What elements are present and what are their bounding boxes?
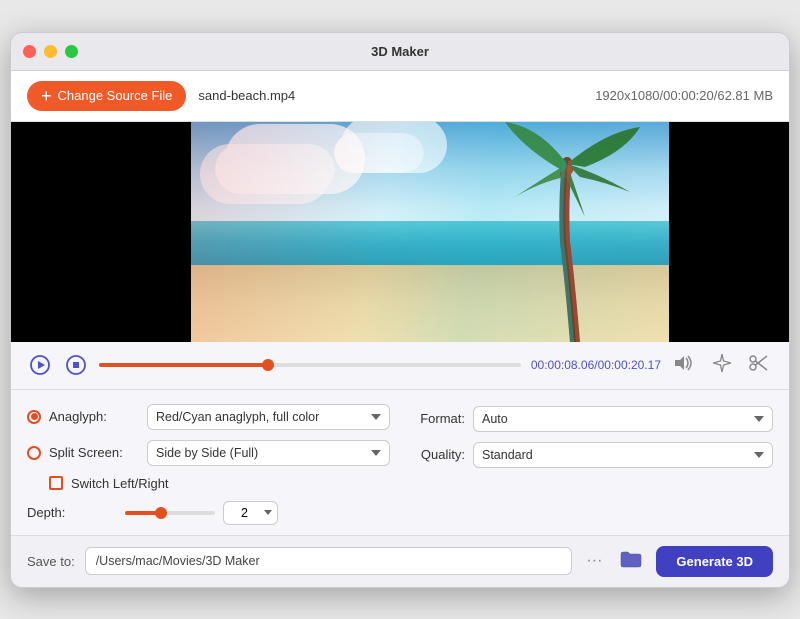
folder-icon [620, 550, 642, 568]
minimize-button[interactable] [44, 45, 57, 58]
format-select[interactable]: Auto MP4 MOV [473, 406, 773, 432]
source-bar: + Change Source File sand-beach.mp4 1920… [11, 71, 789, 122]
play-icon [29, 354, 51, 376]
volume-button[interactable] [671, 353, 699, 378]
time-total: 00:00:20.17 [598, 358, 661, 372]
depth-row: Depth: 2 1 3 4 5 [27, 501, 390, 525]
time-display: 00:00:08.06/00:00:20.17 [531, 358, 661, 372]
depth-slider[interactable] [125, 511, 215, 515]
depth-thumb [155, 507, 167, 519]
video-letterbox-left [11, 122, 191, 342]
progress-fill [99, 363, 268, 367]
right-settings: Format: Auto MP4 MOV Quality: Standard H… [410, 404, 773, 525]
file-meta: 1920x1080/00:00:20/62.81 MB [595, 88, 773, 103]
anaglyph-overlay [191, 122, 669, 342]
progress-thumb [262, 359, 274, 371]
settings-area: Anaglyph: Red/Cyan anaglyph, full color … [11, 390, 789, 536]
quality-label: Quality: [410, 447, 465, 462]
save-path-input[interactable] [85, 547, 573, 575]
time-current: 00:00:08.06 [531, 358, 594, 372]
window-title: 3D Maker [371, 44, 429, 59]
app-window: 3D Maker + Change Source File sand-beach… [10, 32, 790, 588]
save-label: Save to: [27, 554, 75, 569]
anaglyph-row: Anaglyph: Red/Cyan anaglyph, full color … [27, 404, 390, 430]
volume-icon [675, 355, 695, 371]
dots-button[interactable]: ··· [582, 548, 606, 574]
switch-row: Switch Left/Right [27, 476, 390, 491]
format-label: Format: [410, 411, 465, 426]
switch-label: Switch Left/Right [71, 476, 169, 491]
split-screen-radio[interactable] [27, 446, 41, 460]
split-screen-row: Split Screen: Side by Side (Full) Side b… [27, 440, 390, 466]
depth-label: Depth: [27, 505, 117, 520]
format-row: Format: Auto MP4 MOV [410, 406, 773, 432]
title-bar: 3D Maker [11, 33, 789, 71]
video-frame [191, 122, 669, 342]
close-button[interactable] [23, 45, 36, 58]
cut-button[interactable] [745, 352, 773, 379]
change-source-button[interactable]: + Change Source File [27, 81, 186, 111]
controls-bar: 00:00:08.06/00:00:20.17 [11, 342, 789, 390]
anaglyph-radio[interactable] [27, 410, 41, 424]
sparkle-button[interactable] [709, 352, 735, 379]
window-controls [23, 45, 78, 58]
split-screen-select[interactable]: Side by Side (Full) Side by Side (Half) … [147, 440, 390, 466]
depth-value-select[interactable]: 2 1 3 4 5 [223, 501, 278, 525]
stop-button[interactable] [63, 352, 89, 378]
video-preview [11, 122, 789, 342]
sparkle-icon [713, 354, 731, 372]
scissors-icon [749, 354, 769, 372]
quality-row: Quality: Standard High Ultra [410, 442, 773, 468]
plus-icon: + [41, 87, 52, 105]
video-letterbox-right [669, 122, 789, 342]
maximize-button[interactable] [65, 45, 78, 58]
footer-bar: Save to: ··· Generate 3D [11, 536, 789, 587]
generate-button[interactable]: Generate 3D [656, 546, 773, 577]
stop-icon [65, 354, 87, 376]
file-name: sand-beach.mp4 [198, 88, 295, 103]
progress-bar[interactable] [99, 363, 521, 367]
split-screen-label: Split Screen: [49, 445, 139, 460]
switch-checkbox[interactable] [49, 476, 63, 490]
quality-select[interactable]: Standard High Ultra [473, 442, 773, 468]
left-settings: Anaglyph: Red/Cyan anaglyph, full color … [27, 404, 390, 525]
folder-button[interactable] [616, 546, 646, 577]
anaglyph-label: Anaglyph: [49, 409, 139, 424]
play-button[interactable] [27, 352, 53, 378]
change-source-label: Change Source File [58, 88, 173, 103]
anaglyph-select[interactable]: Red/Cyan anaglyph, full color Red/Cyan a… [147, 404, 390, 430]
